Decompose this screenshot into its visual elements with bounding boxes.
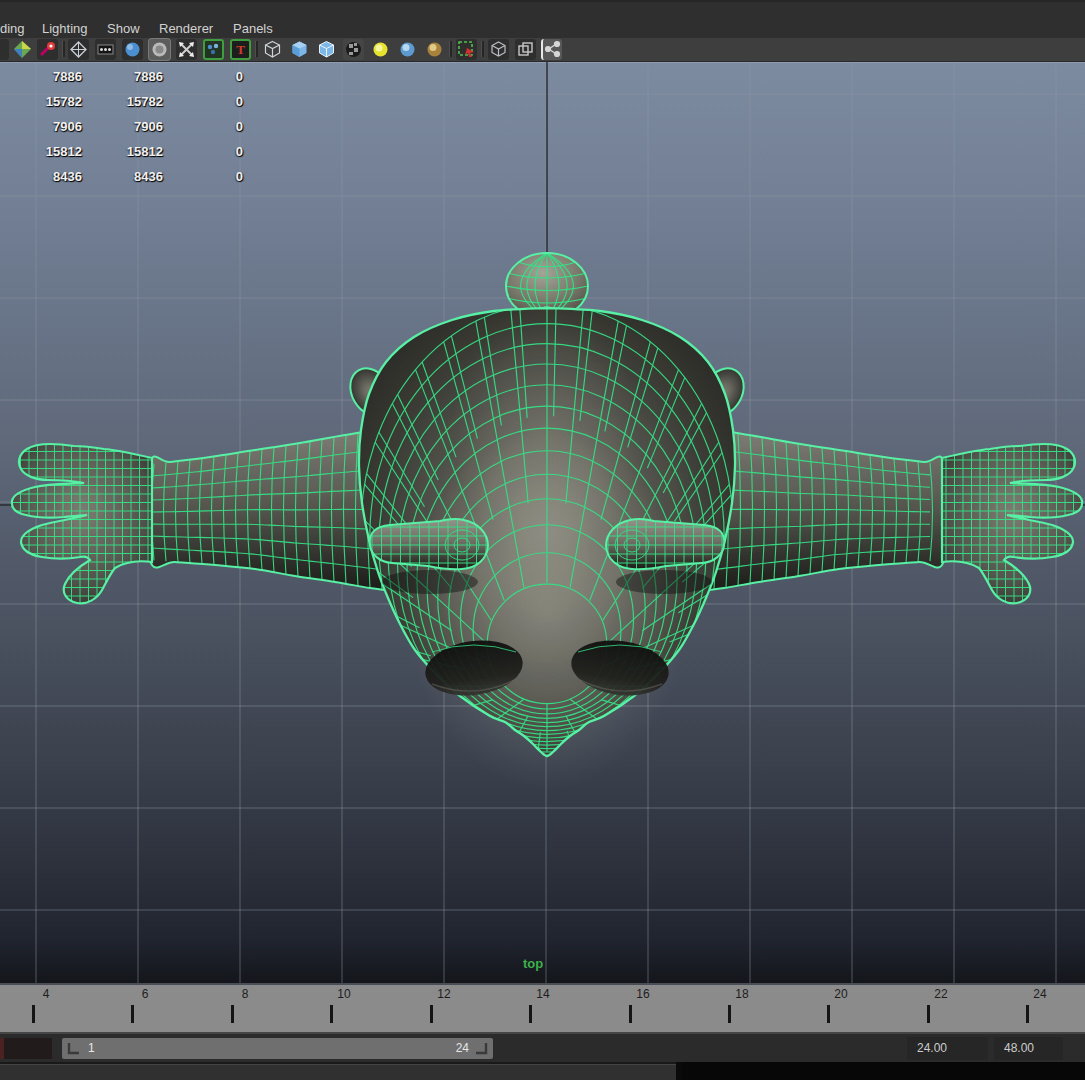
current-time-field[interactable]: [0, 1038, 52, 1059]
range-start-value: 1: [88, 1041, 95, 1055]
snap-magnet-icon[interactable]: [37, 39, 58, 60]
frame-label: 22: [934, 987, 947, 1001]
menu-shading[interactable]: ding: [0, 21, 25, 36]
maya-window: { "menu": { "items": ["ding", "Lighting"…: [0, 0, 1085, 1080]
viewport-canvas: [0, 62, 1085, 983]
menu-lighting[interactable]: Lighting: [42, 21, 88, 36]
cube-wireframe-icon[interactable]: [262, 39, 283, 60]
light-yellow-icon[interactable]: [370, 39, 391, 60]
light-gold-icon[interactable]: [424, 39, 445, 60]
snap-partial-icon[interactable]: [0, 39, 9, 60]
texture-display-icon[interactable]: [203, 39, 224, 60]
frame-label: 4: [43, 987, 50, 1001]
range-start-handle[interactable]: [66, 1041, 82, 1056]
range-end-handle[interactable]: [473, 1041, 489, 1056]
frame-label: 20: [834, 987, 847, 1001]
hud-stats-col-verts: 7886 15782 7906 15812 8436: [12, 64, 82, 189]
duplicate-icon[interactable]: [515, 39, 536, 60]
wireframe-diamond-icon[interactable]: [68, 39, 89, 60]
panel-menu-bar: ding Lighting Show Renderer Panels: [0, 0, 1085, 38]
time-slider[interactable]: 4 6 8 10 12 14 16 18 20 22 24: [0, 983, 1085, 1032]
range-slider-bar: 1 24 24.00 48.00: [0, 1032, 1085, 1062]
menu-show[interactable]: Show: [107, 21, 140, 36]
share-nodes-icon[interactable]: [541, 39, 562, 60]
panel-toolbar: T: [0, 38, 1085, 62]
frame-label: 12: [437, 987, 450, 1001]
type-display-icon[interactable]: T: [230, 39, 251, 60]
frame-label: 18: [735, 987, 748, 1001]
menu-panels[interactable]: Panels: [233, 21, 273, 36]
command-line-bar: [0, 1062, 1085, 1080]
svg-text:T: T: [236, 42, 245, 57]
frame-label: 14: [536, 987, 549, 1001]
hud-stats-col-selected: 0 0 0 0 0: [173, 64, 243, 189]
playback-end-field[interactable]: 24.00: [907, 1037, 988, 1060]
frame-label: 6: [142, 987, 149, 1001]
x-arrows-icon[interactable]: [176, 39, 197, 60]
hud-stats-col-total: 7886 15782 7906 15812 8436: [93, 64, 163, 189]
plain-cube-icon[interactable]: [488, 39, 509, 60]
frame-label: 10: [337, 987, 350, 1001]
film-gate-icon[interactable]: [95, 39, 116, 60]
command-line-input[interactable]: [0, 1062, 676, 1080]
cube-shaded-wire-icon[interactable]: [316, 39, 337, 60]
playback-range-slider[interactable]: 1 24: [62, 1038, 493, 1059]
frame-label: 8: [242, 987, 249, 1001]
frame-label: 24: [1033, 987, 1046, 1001]
camera-name-label: top: [523, 956, 543, 971]
shaded-display-icon[interactable]: [12, 39, 33, 60]
viewport-top-view[interactable]: 7886 15782 7906 15812 8436 7886 15782 79…: [0, 62, 1085, 983]
textured-ball-icon[interactable]: [343, 39, 364, 60]
resolution-gate-icon[interactable]: [149, 39, 170, 60]
frame-label: 16: [636, 987, 649, 1001]
isolate-select-icon[interactable]: [456, 39, 477, 60]
light-blue-icon[interactable]: [397, 39, 418, 60]
menu-renderer[interactable]: Renderer: [159, 21, 213, 36]
sphere-display-icon[interactable]: [122, 39, 143, 60]
range-end-value: 24: [456, 1041, 469, 1055]
animation-end-field[interactable]: 48.00: [994, 1037, 1063, 1060]
cube-shaded-icon[interactable]: [289, 39, 310, 60]
script-output-strip[interactable]: [682, 1062, 1085, 1080]
